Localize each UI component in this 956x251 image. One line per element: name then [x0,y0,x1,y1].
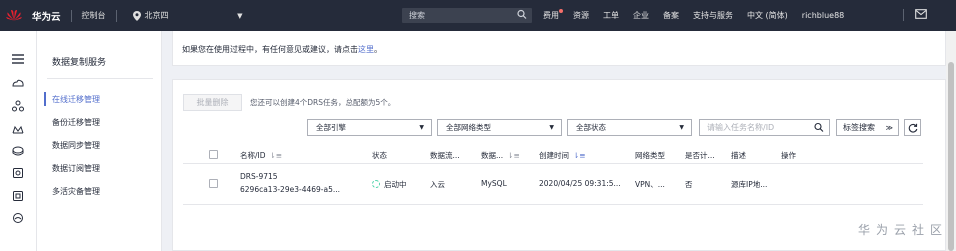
task-created-time: 2020/04/25 09:31:5... [539,179,621,188]
double-chevron-down-icon: ≫ [885,123,893,132]
search-icon[interactable] [814,122,824,133]
top-nav-links: 费用 资源 工单 企业 备案 支持与服务 中文 (简体) richblue88 [543,0,858,31]
top-navigation-bar: 华为云 控制台 北京四 ▼ 搜索 费用 资源 工单 企业 备案 支持与服务 中文… [0,0,956,31]
task-status: 启动中 [372,179,407,190]
row-checkbox[interactable] [209,179,218,188]
caret-down-icon: ▼ [679,124,684,131]
task-engine: MySQL [481,179,507,188]
network-type-filter-value: 全部网络类型 [446,123,491,132]
task-name-link[interactable]: DRS-9715 [240,172,278,181]
region-selector[interactable]: 北京四 ▼ [132,10,243,21]
sort-icon[interactable]: ⇂≡ [573,151,586,160]
divider [47,78,153,79]
region-label: 北京四 [144,11,169,20]
mail-icon[interactable] [915,9,927,19]
sidebar-item-backup-migration[interactable]: 备份迁移管理 [52,117,100,128]
task-list-panel: 批量删除 您还可以创建4个DRS任务，总配额为5个。 全部引擎 ▼ 全部网络类型… [172,79,946,251]
network-type-filter-select[interactable]: 全部网络类型 ▼ [437,119,562,136]
divider [115,9,117,22]
caret-down-icon: ▼ [237,11,243,20]
tag-search-button[interactable]: 标签搜索 ≫ [836,119,899,136]
search-placeholder: 搜索 [409,11,425,20]
task-billing: 否 [685,180,693,189]
nav-tickets[interactable]: 工单 [603,10,619,21]
nav-support[interactable]: 支持与服务 [693,10,733,21]
task-description: 源库IP地... [731,180,768,189]
storage-icon[interactable] [11,166,25,180]
sidebar-item-online-migration[interactable]: 在线迁移管理 [52,94,100,105]
task-network-type: VPN、... [635,180,665,189]
task-search-input[interactable]: 请输入任务名称/ID [699,119,830,136]
nav-icp[interactable]: 备案 [663,10,679,21]
column-actions: 操作 [781,151,796,160]
service-icon-rail [0,31,37,251]
task-search-placeholder: 请输入任务名称/ID [707,123,775,132]
feedback-notice: 如果您在使用过程中，有任何意见或建议，请点击这里。 [172,31,946,66]
nodes-icon[interactable] [11,99,25,113]
tag-search-label: 标签搜索 [843,123,875,132]
column-name-id[interactable]: 名称/ID ⇂≡ [240,150,282,161]
select-all-checkbox[interactable] [209,150,218,159]
caret-down-icon: ▼ [419,124,424,131]
status-filter-value: 全部状态 [576,123,606,132]
column-data-flow: 数据流... [430,151,460,160]
database-icon[interactable] [11,144,25,158]
service-sidebar-menu: 数据复制服务 在线迁移管理 备份迁移管理 数据同步管理 数据订阅管理 多活灾备管… [37,31,162,251]
quota-text: 您还可以创建4个DRS任务，总配额为5个。 [250,98,396,107]
column-description: 描述 [731,151,746,160]
status-filter-select[interactable]: 全部状态 ▼ [567,119,692,136]
notice-text: 如果您在使用过程中，有任何意见或建议，请点击 [182,45,358,54]
sidebar-item-data-subscription[interactable]: 数据订阅管理 [52,163,100,174]
service-title: 数据复制服务 [52,58,107,68]
scrollbar-thumb[interactable] [948,62,954,251]
notice-suffix: 。 [374,45,382,54]
cloud-icon[interactable] [11,211,25,225]
monitor-icon[interactable] [11,189,25,203]
table-header: 名称/ID ⇂≡ 状态 数据流... 数据... ⇂≡ 创建时间 ⇂≡ 网络类型 是否… [183,142,923,164]
network-icon[interactable] [11,122,25,136]
nav-resources[interactable]: 资源 [573,10,589,21]
loading-spinner-icon [372,180,380,188]
sidebar-item-disaster-recovery[interactable]: 多活灾备管理 [52,186,100,197]
refresh-icon [908,123,917,133]
engine-filter-select[interactable]: 全部引擎 ▼ [307,119,432,136]
sort-icon[interactable]: ⇂≡ [270,151,283,160]
task-id: 6296ca13-29e3-4469-a5... [240,185,341,194]
refresh-button[interactable] [904,119,921,136]
huawei-logo-icon[interactable] [0,0,27,31]
active-indicator [44,92,46,106]
divider [903,9,904,21]
global-search-input[interactable]: 搜索 [402,8,532,23]
sidebar-item-data-sync[interactable]: 数据同步管理 [52,140,100,151]
watermark: 华为云社区 [858,223,949,237]
column-status: 状态 [372,151,387,160]
nav-billing[interactable]: 费用 [543,9,563,21]
location-pin-icon [132,10,141,21]
filter-icon[interactable]: ⇂≡ [507,151,520,160]
engine-filter-value: 全部引擎 [316,123,346,132]
menu-hamburger-icon[interactable] [11,52,25,66]
nav-enterprise[interactable]: 企业 [633,10,649,21]
divider [70,9,72,22]
feedback-link[interactable]: 这里 [358,45,374,54]
batch-delete-button[interactable]: 批量删除 [183,94,242,111]
caret-down-icon: ▼ [549,124,554,131]
table-row: DRS-9715 6296ca13-29e3-4469-a5... 启动中 入云… [183,165,923,205]
column-created-time[interactable]: 创建时间 ⇂≡ [539,150,586,161]
column-network-type: 网络类型 [635,151,665,160]
cloud-server-icon[interactable] [11,77,25,91]
column-billing: 是否计... [685,151,715,160]
column-engine[interactable]: 数据... ⇂≡ [481,150,520,161]
console-link[interactable]: 控制台 [82,10,106,21]
task-data-flow: 入云 [430,180,445,189]
brand-name[interactable]: 华为云 [32,9,61,23]
nav-language[interactable]: 中文 (简体) [747,10,788,21]
nav-username[interactable]: richblue88 [802,11,844,20]
search-icon[interactable] [517,9,527,20]
